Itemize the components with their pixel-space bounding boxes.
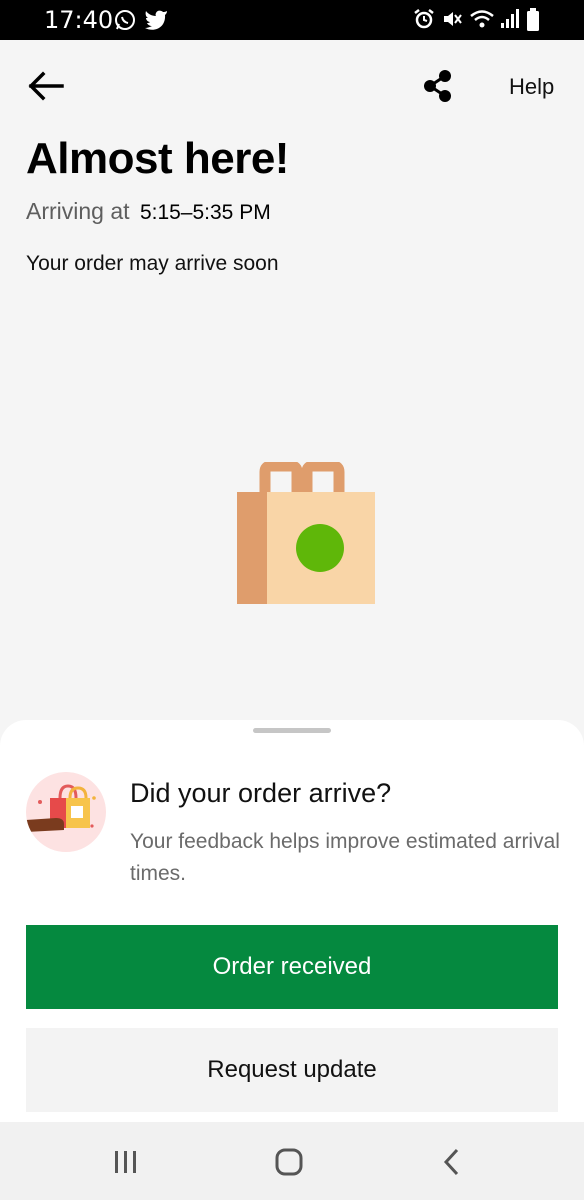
status-bar: 17:40: [0, 0, 584, 40]
shopping-bag-icon: [237, 462, 375, 604]
help-link[interactable]: Help: [509, 74, 554, 100]
feedback-sheet: Did your order arrive? Your feedback hel…: [0, 720, 584, 1122]
delivery-illustration-icon: [26, 772, 106, 852]
nav-back-icon[interactable]: [434, 1144, 470, 1180]
mute-icon: [444, 12, 462, 26]
whatsapp-icon: [115, 10, 135, 30]
feedback-subtitle: Your feedback helps improve estimated ar…: [130, 830, 560, 885]
drag-handle[interactable]: [253, 728, 331, 733]
system-nav-bar: [0, 1122, 584, 1200]
arrival-estimate: Arriving at 5:15–5:35 PM: [26, 198, 271, 225]
battery-icon: [527, 8, 539, 31]
home-icon[interactable]: [271, 1144, 307, 1180]
back-arrow-icon[interactable]: [26, 66, 66, 106]
twitter-icon: [145, 10, 167, 30]
order-note: Your order may arrive soon: [26, 252, 279, 275]
arriving-label: Arriving at: [26, 198, 130, 224]
page-title: Almost here!: [26, 134, 289, 183]
request-update-button[interactable]: Request update: [26, 1028, 558, 1112]
share-icon[interactable]: [420, 68, 456, 104]
signal-icon: [501, 9, 519, 28]
recents-icon[interactable]: [108, 1144, 144, 1180]
arrival-window: 5:15–5:35 PM: [139, 201, 271, 224]
wifi-icon: [470, 10, 494, 28]
status-time: 17:40: [44, 6, 114, 34]
order-received-button[interactable]: Order received: [26, 925, 558, 1009]
feedback-question: Did your order arrive?: [130, 778, 392, 808]
alarm-icon: [414, 9, 434, 29]
